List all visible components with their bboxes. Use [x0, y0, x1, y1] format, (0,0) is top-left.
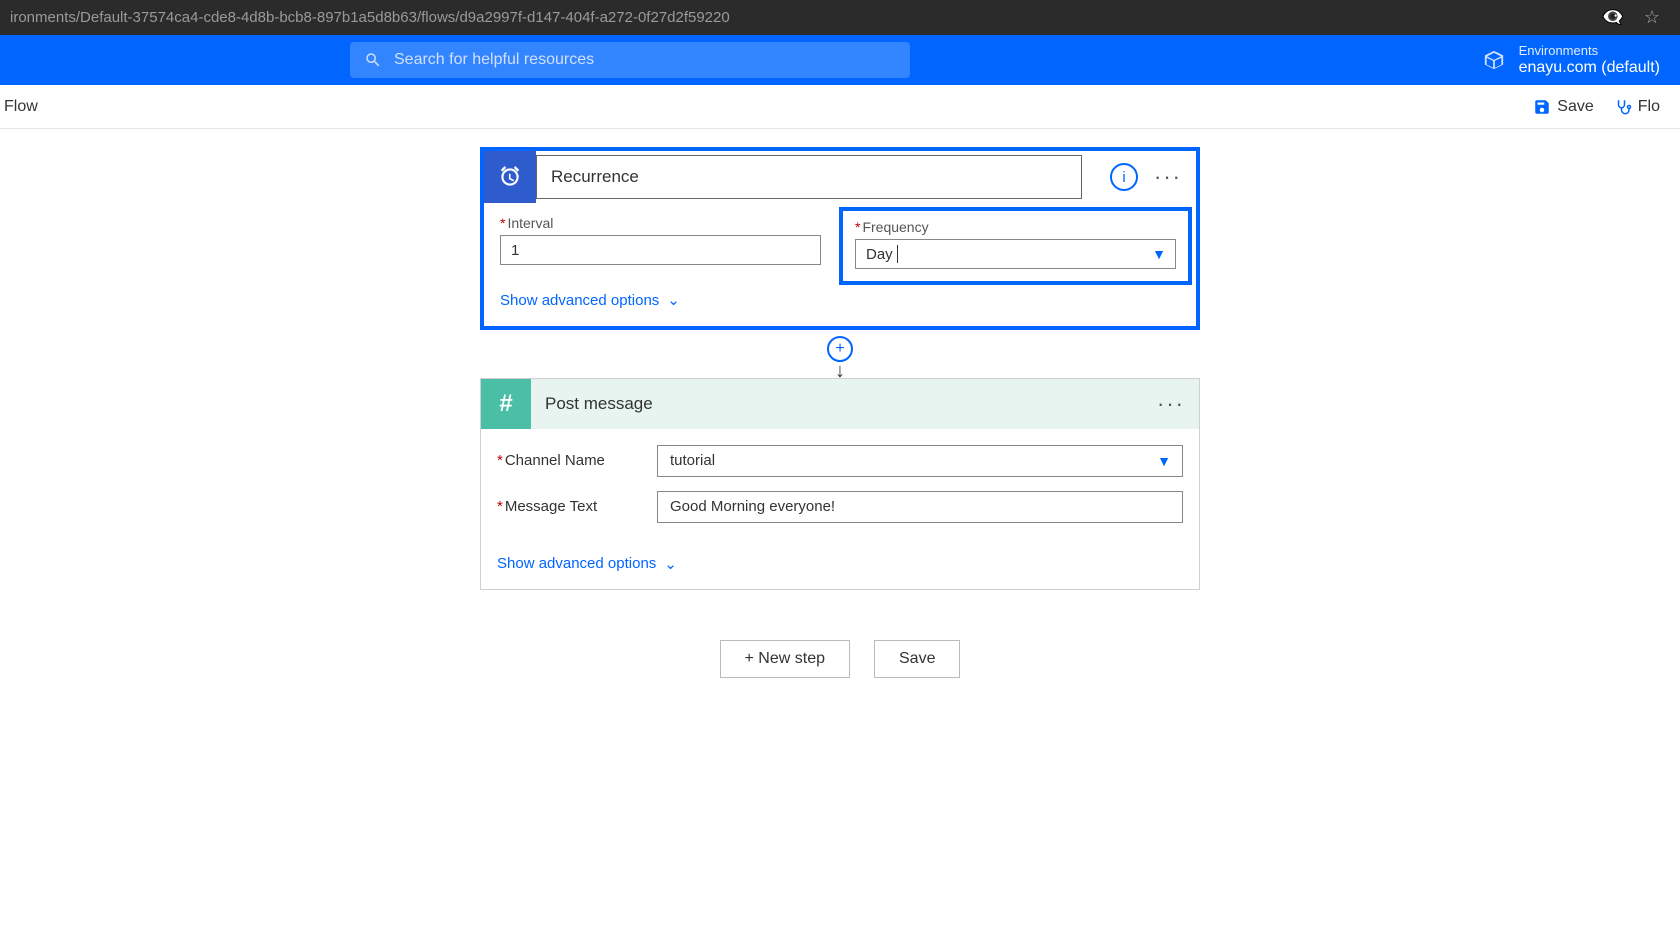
environment-icon [1483, 49, 1505, 71]
bookmark-star-icon[interactable]: ☆ [1644, 7, 1660, 28]
search-icon [364, 51, 382, 69]
search-input[interactable] [394, 51, 896, 69]
recurrence-advanced-toggle[interactable]: Show advanced options ⌄ [500, 291, 680, 309]
url-text: ironments/Default-37574ca4-cde8-4d8b-bcb… [10, 9, 730, 26]
save-command-label: Save [1557, 98, 1593, 116]
save-command[interactable]: Save [1533, 98, 1593, 116]
post-message-card: # Post message ··· *Channel Name ▼ *Mess… [480, 378, 1200, 591]
add-step-inline-button[interactable]: + [827, 336, 853, 362]
env-label: Environments [1519, 43, 1660, 59]
more-menu-icon[interactable]: ··· [1157, 391, 1185, 417]
channel-label: *Channel Name [497, 452, 647, 469]
recurrence-header[interactable]: Recurrence i ··· [484, 151, 1196, 203]
recurrence-card: Recurrence i ··· *Interval *Frequency Da… [480, 147, 1200, 330]
post-message-title: Post message [545, 394, 653, 414]
frequency-label: *Frequency [855, 219, 1176, 235]
bottom-actions: + New step Save [720, 640, 961, 678]
environment-block[interactable]: Environments enayu.com (default) [1483, 43, 1660, 78]
message-input[interactable] [657, 491, 1183, 523]
info-icon[interactable]: i [1110, 163, 1138, 191]
interval-field: *Interval [500, 215, 821, 273]
new-step-button[interactable]: + New step [720, 640, 850, 678]
slack-hash-icon: # [481, 379, 531, 429]
frequency-select[interactable]: Day [855, 239, 1176, 269]
frequency-field: *Frequency Day ▼ [839, 207, 1192, 285]
text-cursor [897, 245, 898, 263]
search-box[interactable] [350, 42, 910, 78]
arrow-down-icon: ↓ [835, 360, 845, 383]
frequency-value: Day [866, 246, 893, 263]
stethoscope-icon [1614, 98, 1632, 116]
clock-icon [484, 151, 536, 203]
chevron-down-icon: ⌄ [664, 555, 677, 573]
flow-checker-label: Flo [1638, 98, 1660, 116]
env-name: enayu.com (default) [1519, 58, 1660, 77]
chevron-down-icon: ⌄ [667, 291, 680, 309]
recurrence-advanced-label: Show advanced options [500, 292, 659, 309]
more-menu-icon[interactable]: ··· [1154, 164, 1182, 190]
post-advanced-label: Show advanced options [497, 555, 656, 572]
connector: + ↓ [835, 330, 845, 378]
incognito-icon[interactable]: 👁‍🗨 [1601, 7, 1623, 28]
interval-input[interactable] [500, 235, 821, 265]
interval-label: *Interval [500, 215, 821, 231]
message-label: *Message Text [497, 498, 647, 515]
save-button[interactable]: Save [874, 640, 960, 678]
recurrence-title: Recurrence [551, 167, 639, 187]
app-header: Environments enayu.com (default) [0, 35, 1680, 85]
command-bar: Flow Save Flo [0, 85, 1680, 129]
post-advanced-toggle[interactable]: Show advanced options ⌄ [497, 555, 677, 573]
channel-select[interactable] [657, 445, 1183, 477]
post-message-header[interactable]: # Post message ··· [481, 379, 1199, 429]
flow-canvas: Recurrence i ··· *Interval *Frequency Da… [0, 129, 1680, 678]
flow-checker-command[interactable]: Flo [1614, 98, 1660, 116]
page-title: Flow [4, 98, 38, 116]
browser-address-bar: ironments/Default-37574ca4-cde8-4d8b-bcb… [0, 0, 1680, 35]
save-icon [1533, 98, 1551, 116]
